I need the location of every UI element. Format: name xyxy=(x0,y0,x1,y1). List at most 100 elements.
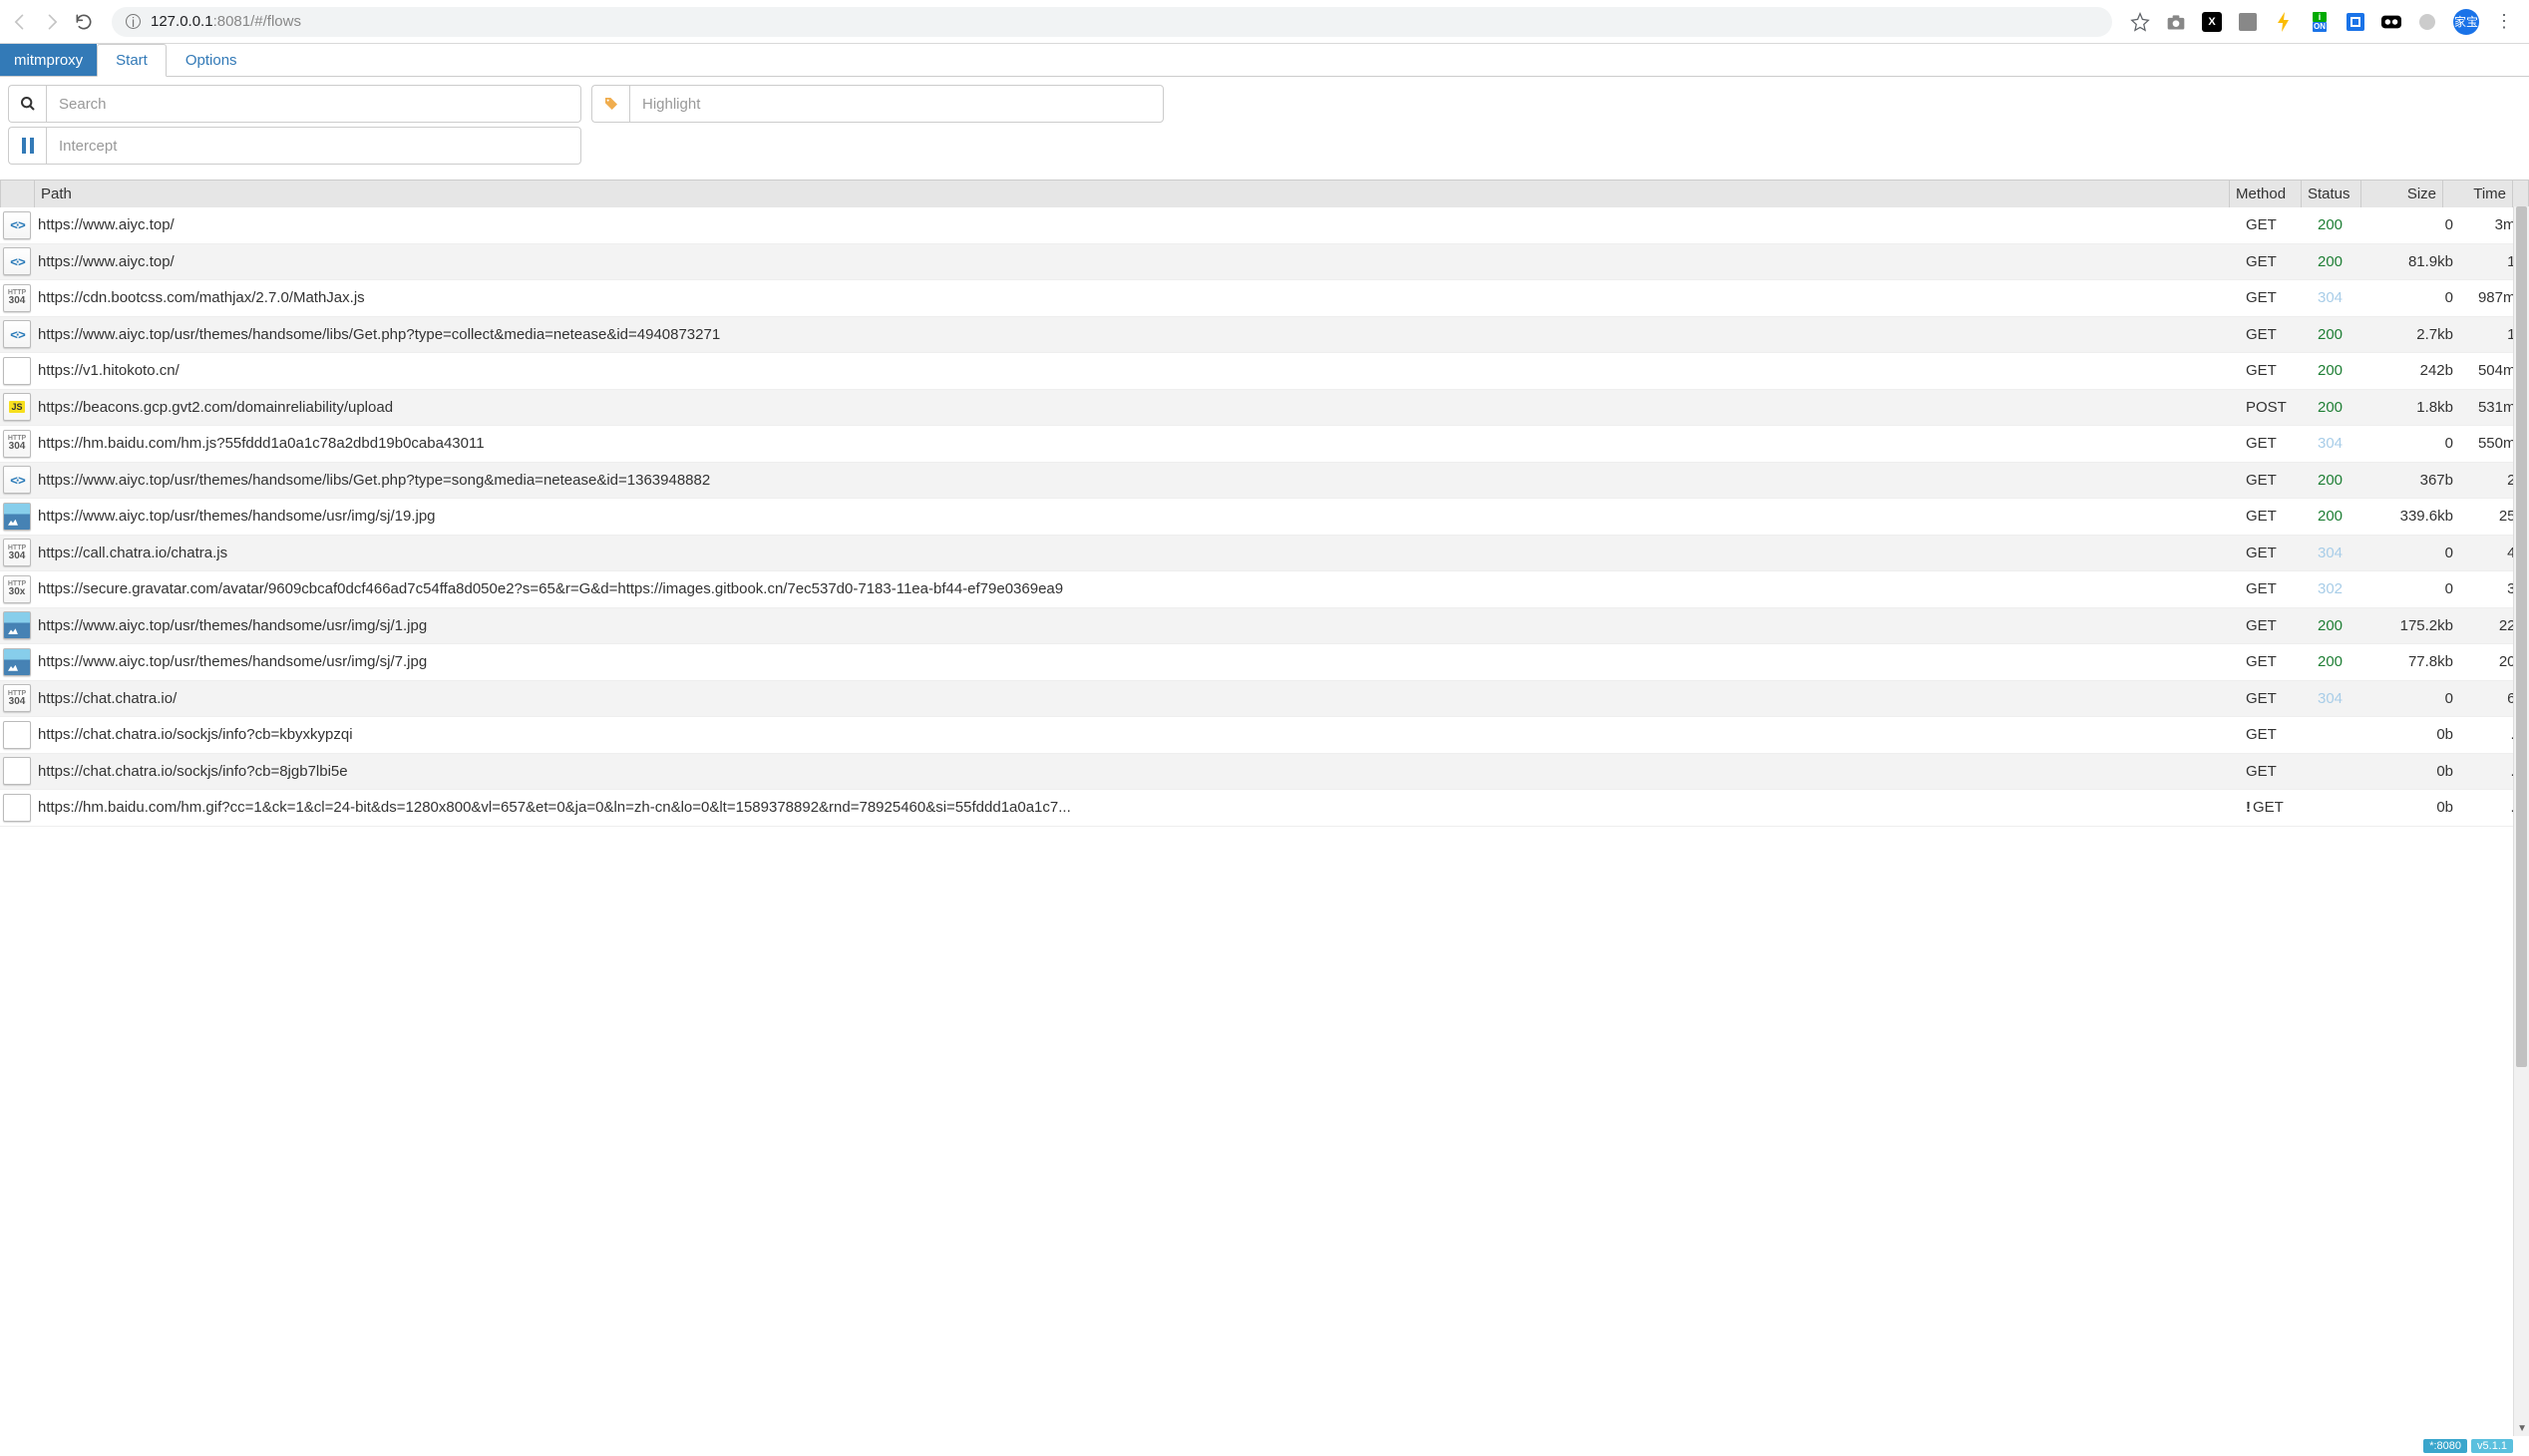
http-304-icon: HTTP304 xyxy=(3,284,31,312)
scroll-down-arrow-icon[interactable]: ▼ xyxy=(2517,1423,2527,1434)
table-row[interactable]: https://hm.baidu.com/hm.gif?cc=1&ck=1&cl… xyxy=(0,790,2529,827)
row-size: 0 xyxy=(2377,690,2459,707)
row-size: 0b xyxy=(2377,799,2459,816)
extension-eyes-icon[interactable] xyxy=(2381,12,2401,32)
intercept-input[interactable] xyxy=(46,127,581,165)
extension-pin-icon[interactable] xyxy=(2238,12,2258,32)
row-size: 175.2kb xyxy=(2377,617,2459,634)
search-input[interactable] xyxy=(46,85,581,123)
row-method: POST xyxy=(2246,399,2318,416)
row-icon-cell: HTTP304 xyxy=(0,537,34,568)
row-method: GET xyxy=(2246,362,2318,379)
table-row[interactable]: https://v1.hitokoto.cn/GET200242b504ms xyxy=(0,353,2529,390)
table-row[interactable]: https://www.aiyc.top/usr/themes/handsome… xyxy=(0,463,2529,500)
table-row[interactable]: HTTP304https://hm.baidu.com/hm.js?55fddd… xyxy=(0,426,2529,463)
table-row[interactable]: https://chat.chatra.io/sockjs/info?cb=8j… xyxy=(0,754,2529,791)
image-file-icon xyxy=(3,611,31,639)
row-method: GET xyxy=(2246,617,2318,634)
row-path: https://v1.hitokoto.cn/ xyxy=(34,362,2246,379)
col-icon-header[interactable] xyxy=(1,181,35,208)
extension-bolt-icon[interactable] xyxy=(2274,12,2294,32)
browser-toolbar: i 127.0.0.1:8081/#/flows X iON 家宝 ⋮ xyxy=(0,0,2529,44)
row-method: GET xyxy=(2246,216,2318,233)
row-size: 2.7kb xyxy=(2377,326,2459,343)
table-row[interactable]: https://www.aiyc.top/GET20081.9kb1s xyxy=(0,244,2529,281)
pause-icon[interactable] xyxy=(8,127,46,165)
row-path: https://www.aiyc.top/ xyxy=(34,253,2246,270)
tab-start[interactable]: Start xyxy=(97,44,167,77)
blank-file-icon xyxy=(3,757,31,785)
profile-avatar[interactable]: 家宝 xyxy=(2453,9,2479,35)
flow-rows-container: https://www.aiyc.top/GET20003mshttps://w… xyxy=(0,207,2529,1436)
chrome-actions: X iON 家宝 ⋮ xyxy=(2130,9,2519,35)
listen-port-badge[interactable]: *:8080 xyxy=(2423,1439,2467,1453)
extension-x-icon[interactable]: X xyxy=(2202,12,2222,32)
table-row[interactable]: HTTP304https://chat.chatra.io/GET30406s xyxy=(0,681,2529,718)
row-size: 0 xyxy=(2377,545,2459,561)
col-status-header[interactable]: Status xyxy=(2302,181,2361,208)
image-file-icon xyxy=(3,648,31,676)
row-icon-cell xyxy=(0,245,34,277)
row-size: 0 xyxy=(2377,580,2459,597)
row-method: GET xyxy=(2246,472,2318,489)
blank-file-icon xyxy=(3,357,31,385)
col-time-header[interactable]: Time xyxy=(2443,181,2513,208)
table-row[interactable]: HTTP304https://cdn.bootcss.com/mathjax/2… xyxy=(0,280,2529,317)
row-status: 200 xyxy=(2318,617,2377,634)
site-info-icon[interactable]: i xyxy=(126,14,141,29)
row-size: 0b xyxy=(2377,726,2459,743)
row-path: https://hm.baidu.com/hm.gif?cc=1&ck=1&cl… xyxy=(34,799,2246,816)
col-method-header[interactable]: Method xyxy=(2230,181,2302,208)
table-row[interactable]: https://www.aiyc.top/usr/themes/handsome… xyxy=(0,499,2529,536)
flow-table-header: Path Method Status Size Time xyxy=(0,180,2529,208)
app-tabs: mitmproxy Start Options xyxy=(0,44,2529,77)
row-path: https://www.aiyc.top/usr/themes/handsome… xyxy=(34,653,2246,670)
row-size: 367b xyxy=(2377,472,2459,489)
search-group xyxy=(8,85,581,123)
forward-arrow-icon[interactable] xyxy=(42,12,62,32)
table-row[interactable]: HTTP30xhttps://secure.gravatar.com/avata… xyxy=(0,571,2529,608)
row-method: GET xyxy=(2246,690,2318,707)
row-method: GET xyxy=(2246,326,2318,343)
extension-dot-icon[interactable] xyxy=(2417,12,2437,32)
row-path: https://secure.gravatar.com/avatar/9609c… xyxy=(34,580,2246,597)
html-file-icon xyxy=(3,247,31,275)
scrollbar-thumb[interactable] xyxy=(2516,206,2527,1067)
camera-icon[interactable] xyxy=(2166,12,2186,32)
table-row[interactable]: https://www.aiyc.top/usr/themes/handsome… xyxy=(0,608,2529,645)
row-path: https://www.aiyc.top/usr/themes/handsome… xyxy=(34,508,2246,525)
row-path: https://chat.chatra.io/sockjs/info?cb=8j… xyxy=(34,763,2246,780)
bookmark-star-icon[interactable] xyxy=(2130,12,2150,32)
html-file-icon xyxy=(3,466,31,494)
table-row[interactable]: HTTP304https://call.chatra.io/chatra.jsG… xyxy=(0,536,2529,572)
reload-icon[interactable] xyxy=(74,12,94,32)
row-method: GET xyxy=(2246,435,2318,452)
vertical-scrollbar[interactable] xyxy=(2513,206,2529,1436)
extension-on-icon[interactable]: iON xyxy=(2310,12,2330,32)
html-file-icon xyxy=(3,211,31,239)
col-size-header[interactable]: Size xyxy=(2361,181,2443,208)
table-row[interactable]: https://www.aiyc.top/usr/themes/handsome… xyxy=(0,644,2529,681)
version-badge[interactable]: v5.1.1 xyxy=(2471,1439,2513,1453)
http-30x-icon: HTTP30x xyxy=(3,575,31,603)
table-row[interactable]: https://beacons.gcp.gvt2.com/domainrelia… xyxy=(0,390,2529,427)
col-path-header[interactable]: Path xyxy=(35,181,2230,208)
row-icon-cell xyxy=(0,355,34,387)
url-bar[interactable]: i 127.0.0.1:8081/#/flows xyxy=(112,7,2112,37)
tab-options[interactable]: Options xyxy=(167,44,256,76)
brand-label[interactable]: mitmproxy xyxy=(0,44,97,76)
table-row[interactable]: https://www.aiyc.top/GET20003ms xyxy=(0,207,2529,244)
highlight-group xyxy=(591,85,1164,123)
row-path: https://cdn.bootcss.com/mathjax/2.7.0/Ma… xyxy=(34,289,2246,306)
highlight-input[interactable] xyxy=(629,85,1164,123)
extension-square-icon[interactable] xyxy=(2346,12,2365,32)
row-icon-cell xyxy=(0,755,34,787)
back-arrow-icon[interactable] xyxy=(10,12,30,32)
chrome-menu-icon[interactable]: ⋮ xyxy=(2495,11,2513,32)
row-size: 0 xyxy=(2377,289,2459,306)
row-icon-cell: HTTP304 xyxy=(0,428,34,460)
row-icon-cell: HTTP304 xyxy=(0,282,34,314)
table-row[interactable]: https://www.aiyc.top/usr/themes/handsome… xyxy=(0,317,2529,354)
js-file-icon xyxy=(3,393,31,421)
table-row[interactable]: https://chat.chatra.io/sockjs/info?cb=kb… xyxy=(0,717,2529,754)
